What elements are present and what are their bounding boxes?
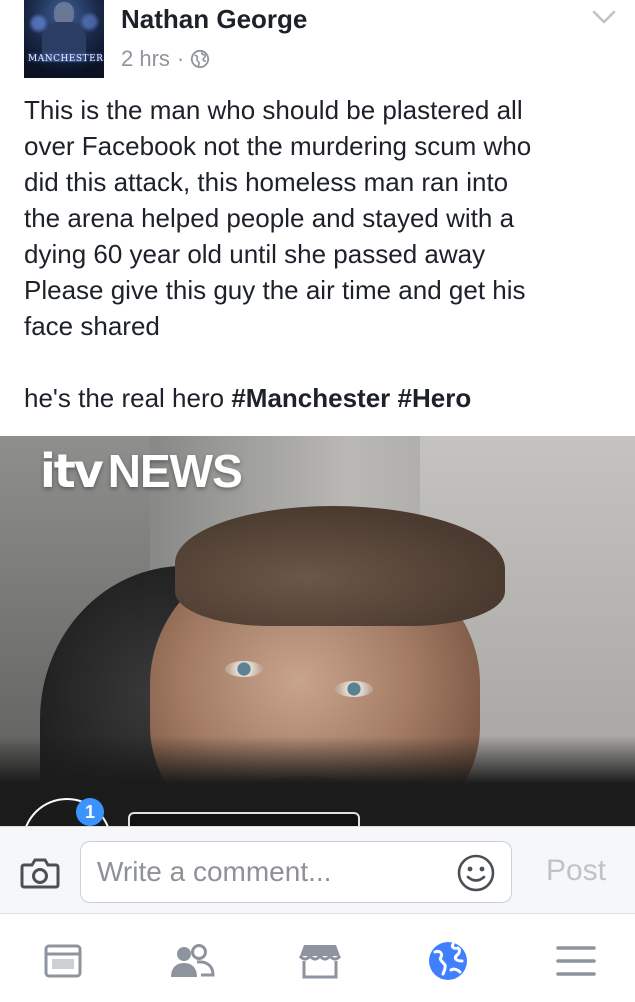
bottom-tab-bar (0, 914, 635, 1002)
photo-hair (175, 506, 505, 626)
smiley-icon[interactable] (456, 853, 496, 893)
comment-input[interactable] (80, 841, 512, 903)
post-comment-button[interactable]: Post (528, 843, 624, 899)
post-text-line: did this attack, this homeless man ran i… (24, 167, 509, 197)
photo-eye-left (225, 661, 263, 677)
tab-marketplace[interactable] (290, 936, 350, 986)
news-feed-icon (44, 944, 82, 978)
hashtag-hero[interactable]: #Hero (398, 383, 472, 413)
menu-icon (556, 946, 596, 976)
post-text-line: Please give this guy the air time and ge… (24, 275, 526, 305)
post-header: MANCHESTER Nathan George 2 hrs · (0, 0, 635, 86)
news-logo-text: NEWS (107, 445, 243, 497)
avatar-caption: MANCHESTER (28, 54, 104, 64)
tab-news-feed[interactable] (33, 936, 93, 986)
post-text-line: the arena helped people and stayed with … (24, 203, 515, 233)
tab-friends[interactable] (162, 936, 222, 986)
tab-notifications[interactable] (418, 936, 478, 986)
post-time[interactable]: 2 hrs (121, 46, 170, 72)
post-text-line: face shared (24, 311, 160, 341)
itv-news-logo: itv NEWS (40, 444, 243, 498)
globe-icon[interactable] (190, 49, 210, 69)
camera-icon[interactable] (20, 857, 60, 889)
post-text-line: over Facebook not the murdering scum who (24, 131, 532, 161)
post-photo[interactable]: itv NEWS (0, 436, 635, 828)
closing-text: he's the real hero (24, 383, 225, 413)
post-meta: 2 hrs · (121, 44, 210, 74)
chevron-down-icon[interactable] (590, 6, 618, 28)
post-body-text: This is the man who should be plastered … (24, 92, 614, 416)
hashtag-manchester[interactable]: #Manchester (231, 383, 390, 413)
avatar[interactable]: MANCHESTER (24, 0, 104, 78)
post-closing-line: he's the real hero #Manchester #Hero (24, 380, 614, 416)
notifications-globe-icon (429, 942, 467, 980)
marketplace-icon (298, 945, 342, 979)
avatar-glow (24, 0, 104, 78)
friends-icon (171, 944, 215, 977)
notification-badge: 1 (76, 798, 104, 826)
comment-bar: Post (0, 826, 635, 914)
post-text-line: dying 60 year old until she passed away (24, 239, 486, 269)
meta-separator: · (176, 46, 185, 71)
photo-eye-right (335, 681, 373, 697)
author-name[interactable]: Nathan George (121, 2, 307, 36)
itv-logo-text: itv (40, 444, 104, 498)
tab-menu[interactable] (546, 936, 606, 986)
post-text-line: This is the man who should be plastered … (24, 95, 523, 125)
